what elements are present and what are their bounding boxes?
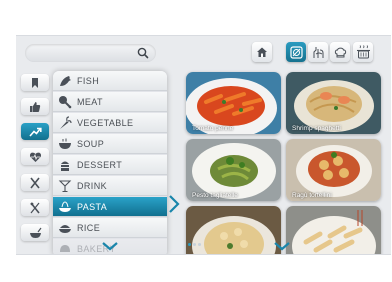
menu-item-dessert[interactable]: DESSERT — [53, 155, 167, 175]
bakery-icon — [60, 244, 70, 252]
menu-item-soup[interactable]: SOUP — [53, 134, 167, 154]
recipe-title: Tomato penne — [192, 125, 234, 132]
rail-trending[interactable] — [21, 123, 49, 140]
menu-item-label: PASTA — [77, 201, 108, 212]
home-button[interactable] — [252, 42, 272, 62]
search-icon — [137, 47, 149, 59]
recipe-book-button[interactable] — [286, 42, 306, 62]
chevron-right-icon[interactable] — [168, 194, 180, 214]
search-input[interactable] — [25, 44, 156, 62]
drink-icon — [58, 179, 72, 192]
meat-icon — [59, 95, 72, 108]
menu-item-meat[interactable]: MEAT — [53, 92, 167, 112]
menu-item-label: DRINK — [77, 180, 108, 191]
recipe-book-icon — [289, 45, 303, 59]
heart-monitor-icon — [29, 152, 41, 162]
recipe-card[interactable]: Ragù tortellini — [286, 139, 381, 201]
menu-item-label: SOUP — [77, 138, 105, 149]
thumbs-up-icon — [30, 101, 41, 112]
trending-icon — [28, 127, 42, 137]
hand-cooking-button[interactable] — [308, 42, 328, 62]
recipe-photo — [186, 206, 281, 254]
recipe-card[interactable]: Shrimp spaghetti — [286, 72, 381, 134]
menu-item-rice[interactable]: RICE — [53, 218, 167, 238]
recipe-title: Shrimp spaghetti — [292, 125, 341, 132]
recipe-title: Pesto tagliatelle — [192, 192, 238, 199]
hand-cooking-icon — [313, 46, 323, 58]
recipe-card[interactable] — [186, 206, 281, 254]
menu-item-pasta[interactable]: PASTA — [53, 197, 167, 217]
menu-item-label: VEGETABLE — [77, 117, 134, 128]
soup-icon — [59, 138, 71, 149]
recipe-title: Ragù tortellini — [292, 192, 332, 199]
app-frame: FISH MEAT VEGETABLE SOUP DESSERT DRINK P… — [16, 35, 391, 255]
recipe-card[interactable] — [286, 206, 381, 254]
cooking-bowl-icon — [29, 227, 41, 238]
menu-item-label: RICE — [77, 222, 101, 233]
menu-item-fish[interactable]: FISH — [53, 71, 167, 91]
recipe-card[interactable]: Pesto tagliatelle — [186, 139, 281, 201]
rail-cooking-bowl[interactable] — [21, 224, 49, 241]
recipe-photo — [286, 206, 381, 254]
cutlery-icon — [30, 177, 40, 188]
chef-hat-button[interactable] — [330, 42, 350, 62]
menu-item-drink[interactable]: DRINK — [53, 176, 167, 196]
rail-utensils[interactable] — [21, 199, 49, 216]
utensils-cross-icon — [30, 202, 40, 213]
bookmark-icon — [32, 77, 38, 88]
rail-cutlery[interactable] — [21, 174, 49, 191]
cooking-pot-button[interactable] — [353, 42, 373, 62]
chevron-down-icon[interactable] — [273, 241, 291, 251]
menu-item-label: FISH — [77, 75, 100, 86]
rail-thumbs-up[interactable] — [21, 98, 49, 115]
rail-bookmark[interactable] — [21, 74, 49, 91]
menu-item-label: DESSERT — [77, 159, 123, 170]
chevron-down-icon[interactable] — [101, 241, 119, 251]
cooking-pot-icon — [356, 44, 370, 58]
dessert-icon — [61, 161, 69, 171]
rice-icon — [59, 224, 71, 233]
menu-item-vegetable[interactable]: VEGETABLE — [53, 113, 167, 133]
chef-hat-icon — [334, 47, 346, 57]
menu-item-label: MEAT — [77, 96, 103, 107]
home-icon — [257, 47, 267, 57]
fish-icon — [60, 75, 71, 86]
vegetable-icon — [60, 115, 72, 129]
page-indicator — [188, 243, 201, 246]
recipe-card[interactable]: Tomato penne — [186, 72, 281, 134]
pasta-icon — [59, 200, 71, 212]
category-menu: FISH MEAT VEGETABLE SOUP DESSERT DRINK P… — [53, 71, 167, 254]
rail-heart-monitor[interactable] — [21, 148, 49, 165]
